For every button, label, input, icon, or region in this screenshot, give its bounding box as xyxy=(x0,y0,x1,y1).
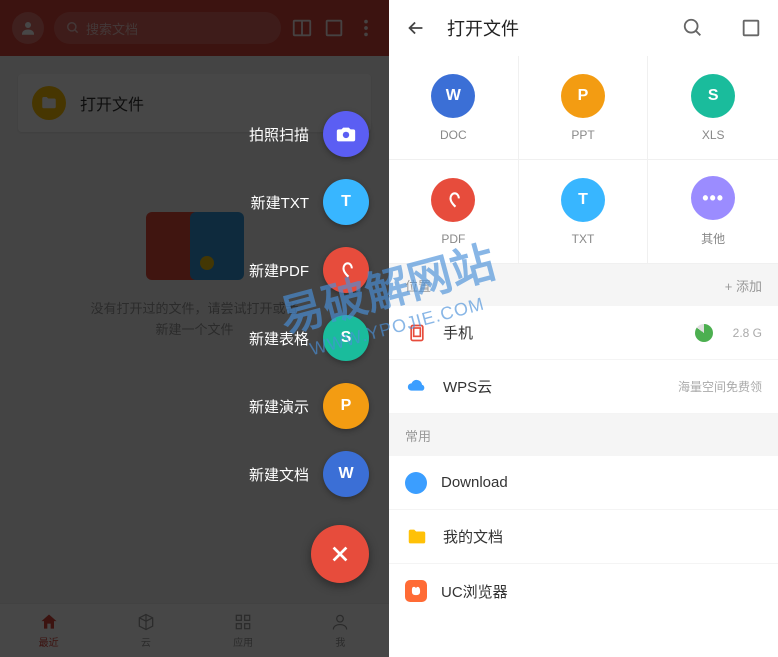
fab-txt[interactable]: 新建TXT T xyxy=(251,179,369,225)
common-download[interactable]: Download xyxy=(389,456,778,510)
location-phone[interactable]: 手机 2.8 G xyxy=(389,306,778,360)
search-icon[interactable] xyxy=(682,17,704,39)
square-icon[interactable] xyxy=(740,17,762,39)
add-location-button[interactable]: + 添加 xyxy=(725,276,762,295)
camera-icon xyxy=(323,111,369,157)
location-label: 位置 xyxy=(405,276,431,295)
common-uc[interactable]: UC浏览器 xyxy=(389,564,778,618)
location-wps-cloud[interactable]: WPS云 海量空间免费领 xyxy=(389,360,778,414)
cloud-icon xyxy=(405,375,429,399)
filetype-txt[interactable]: T TXT xyxy=(519,160,649,264)
uc-browser-icon xyxy=(405,580,427,602)
right-header: 打开文件 xyxy=(389,0,778,56)
common-label: 常用 xyxy=(405,426,431,445)
fab-menu: 拍照扫描 新建TXT T 新建PDF 新建表格 S 新建演示 P 新建文档 W xyxy=(249,111,369,583)
close-icon xyxy=(329,543,351,565)
filetype-doc[interactable]: W DOC xyxy=(389,56,519,160)
pdf-icon xyxy=(323,247,369,293)
xls-icon: S xyxy=(323,315,369,361)
fab-doc[interactable]: 新建文档 W xyxy=(249,451,369,497)
storage-pie-icon xyxy=(695,324,713,342)
page-title: 打开文件 xyxy=(447,15,662,41)
back-icon[interactable] xyxy=(405,17,427,39)
other-icon: ••• xyxy=(691,176,735,220)
file-type-grid: W DOC P PPT S XLS PDF T TXT ••• 其他 xyxy=(389,56,778,264)
ppt-icon: P xyxy=(323,383,369,429)
txt-icon: T xyxy=(323,179,369,225)
download-icon xyxy=(405,472,427,494)
filetype-pdf[interactable]: PDF xyxy=(389,160,519,264)
location-section-header: 位置 + 添加 xyxy=(389,264,778,306)
fab-xls[interactable]: 新建表格 S xyxy=(249,315,369,361)
fab-ppt[interactable]: 新建演示 P xyxy=(249,383,369,429)
xls-icon: S xyxy=(691,74,735,118)
phone-left-screen: 搜索文档 打开文件 没有打开过的文件，请尝试打开或者 新建一个文件 最近 云 xyxy=(0,0,389,657)
txt-icon: T xyxy=(561,178,605,222)
fab-pdf[interactable]: 新建PDF xyxy=(249,247,369,293)
filetype-ppt[interactable]: P PPT xyxy=(519,56,649,160)
ppt-icon: P xyxy=(561,74,605,118)
folder-icon xyxy=(405,525,429,549)
filetype-xls[interactable]: S XLS xyxy=(648,56,778,160)
doc-icon: W xyxy=(431,74,475,118)
fab-close[interactable] xyxy=(311,525,369,583)
pdf-icon xyxy=(431,178,475,222)
common-section-header: 常用 xyxy=(389,414,778,456)
phone-right-screen: 打开文件 W DOC P PPT S XLS PDF T TXT ••• xyxy=(389,0,778,657)
filetype-other[interactable]: ••• 其他 xyxy=(648,160,778,264)
doc-icon: W xyxy=(323,451,369,497)
fab-scan[interactable]: 拍照扫描 xyxy=(249,111,369,157)
phone-storage-icon xyxy=(405,321,429,345)
common-mydocs[interactable]: 我的文档 xyxy=(389,510,778,564)
